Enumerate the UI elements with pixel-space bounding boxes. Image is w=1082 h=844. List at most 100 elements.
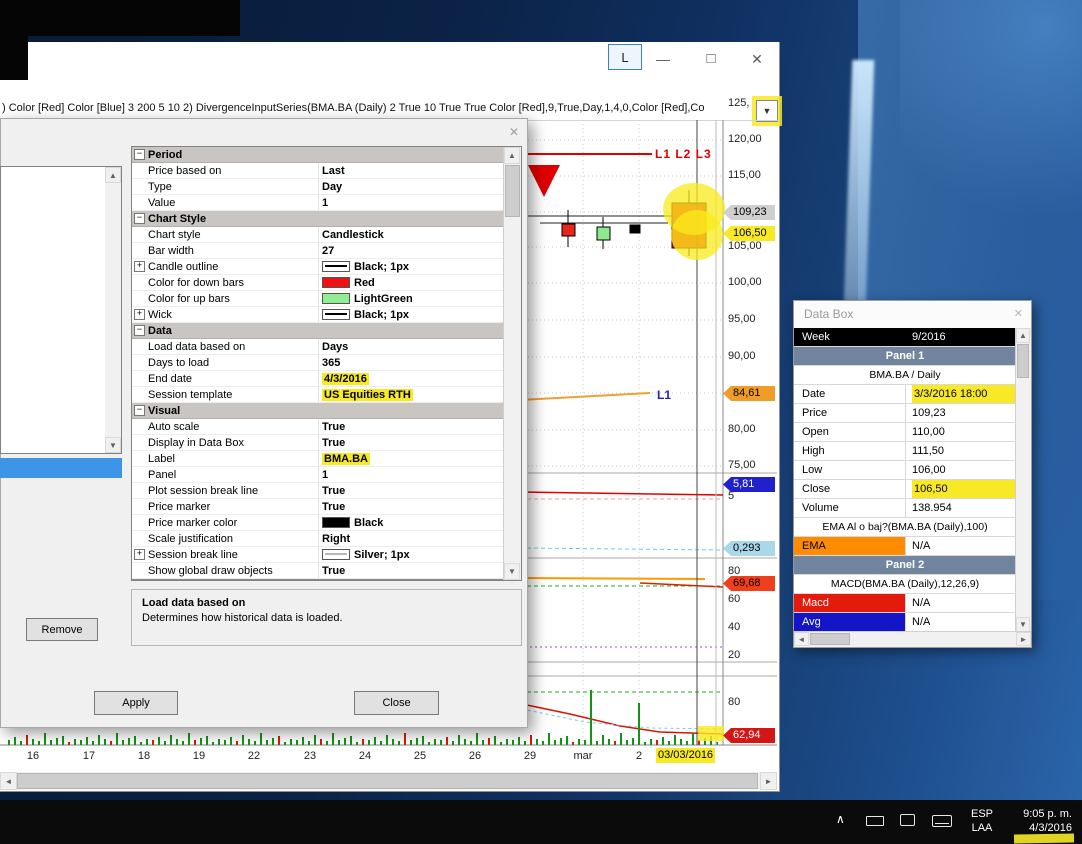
property-row[interactable]: Chart style Candlestick	[132, 227, 506, 243]
property-row[interactable]: Session template US Equities RTH	[132, 387, 506, 403]
property-name: Bar width	[148, 244, 194, 257]
property-row[interactable]: + Wick Black; 1px	[132, 307, 506, 323]
property-value: Black	[354, 516, 384, 529]
chart-hscrollbar[interactable]: ◄ ►	[0, 772, 777, 790]
collapse-icon[interactable]: −	[134, 405, 145, 416]
property-row[interactable]: Price marker True	[132, 499, 506, 515]
databox-row: Open 110,00	[794, 423, 1016, 442]
property-row[interactable]: Bar width 27	[132, 243, 506, 259]
property-row[interactable]: Show global draw objects True	[132, 563, 506, 579]
property-row[interactable]: + Session break line Silver; 1px	[132, 547, 506, 563]
expand-icon[interactable]: +	[134, 549, 145, 560]
property-row[interactable]: Type Day	[132, 179, 506, 195]
collapse-icon[interactable]: −	[134, 325, 145, 336]
grid-scrollbar[interactable]: ▲ ▼	[503, 147, 521, 580]
property-category-row[interactable]: − Data	[132, 323, 506, 339]
scroll-up-icon[interactable]: ▲	[1016, 328, 1030, 343]
keyboard-icon[interactable]	[932, 815, 952, 827]
databox-value: 9/2016	[906, 328, 1016, 346]
property-category-row[interactable]: − Period	[132, 147, 506, 163]
databox-hscrollbar[interactable]: ◄ ►	[794, 631, 1031, 647]
property-row[interactable]: Color for up bars LightGreen	[132, 291, 506, 307]
property-value: Black; 1px	[354, 308, 410, 321]
property-row[interactable]: Scale justification Right	[132, 531, 506, 547]
apply-button[interactable]: Apply	[94, 691, 178, 715]
scroll-down-icon[interactable]: ▼	[1016, 617, 1030, 632]
scroll-left-icon[interactable]: ◄	[0, 772, 17, 790]
databox-vscroll-thumb[interactable]	[1017, 344, 1029, 378]
property-row[interactable]: Price marker color Black	[132, 515, 506, 531]
panel3-indicator-lines	[519, 577, 724, 648]
language-indicator[interactable]: ESP LAA	[964, 807, 1000, 835]
tray-chevron-up-icon[interactable]: ∧	[836, 812, 845, 826]
databox-row: Panel 1	[794, 347, 1016, 366]
scroll-right-icon[interactable]: ►	[1016, 632, 1031, 646]
highlight-smear-date	[1013, 833, 1075, 844]
scroll-down-icon[interactable]: ▼	[105, 437, 121, 453]
property-value: 4/3/2016	[322, 372, 369, 385]
property-row[interactable]: Value 1	[132, 195, 506, 211]
property-value-cell: Day	[318, 179, 506, 194]
screen: L — □ ✕ ) Color [Red] Color [Blue] 3 200…	[0, 0, 1082, 844]
series-listbox[interactable]: ▲ ▼	[0, 166, 122, 454]
databox-value: 106,00	[906, 461, 1016, 479]
property-name: Price marker color	[148, 516, 238, 529]
hscroll-thumb[interactable]	[17, 773, 758, 789]
property-value: Silver; 1px	[354, 548, 410, 561]
dialog-close-button[interactable]: Close	[354, 691, 439, 715]
property-value-cell: US Equities RTH	[318, 387, 506, 402]
databox-hscroll-thumb[interactable]	[810, 633, 850, 645]
notification-bubble-icon[interactable]	[900, 814, 915, 826]
property-row[interactable]: Color for down bars Red	[132, 275, 506, 291]
grid-scroll-thumb[interactable]	[505, 165, 520, 217]
scroll-right-icon[interactable]: ►	[760, 772, 777, 790]
selected-series-item[interactable]	[0, 458, 122, 478]
scroll-down-icon[interactable]: ▼	[504, 563, 520, 580]
property-row[interactable]: Price based on Last	[132, 163, 506, 179]
property-category-row[interactable]: − Chart Style	[132, 211, 506, 227]
property-category-row[interactable]: − Visual	[132, 403, 506, 419]
databox-label: Open	[794, 423, 906, 441]
property-row[interactable]: Days to load 365	[132, 355, 506, 371]
category-label: Data	[148, 324, 172, 337]
collapse-icon[interactable]: −	[134, 213, 145, 224]
property-value-cell: LightGreen	[318, 291, 506, 306]
property-row[interactable]: Auto scale True	[132, 419, 506, 435]
listbox-scrollbar[interactable]: ▲ ▼	[105, 167, 121, 453]
databox-row: High 111,50	[794, 442, 1016, 461]
dialog-close-icon[interactable]: ✕	[509, 125, 519, 139]
scroll-up-icon[interactable]: ▲	[105, 167, 121, 183]
property-value: Black; 1px	[354, 260, 410, 273]
databox-label: Low	[794, 461, 906, 479]
time-axis-label: 18	[137, 750, 151, 762]
property-row[interactable]: Label BMA.BA	[132, 451, 506, 467]
scroll-left-icon[interactable]: ◄	[794, 632, 809, 646]
databox-value-text: 138.954	[912, 502, 952, 514]
property-row[interactable]: Load data based on Days	[132, 339, 506, 355]
property-help-panel: Load data based on Determines how histor…	[131, 589, 522, 646]
scroll-up-icon[interactable]: ▲	[504, 147, 520, 164]
databox-row: BMA.BA / Daily	[794, 366, 1016, 385]
property-row[interactable]: Plot session break line True	[132, 483, 506, 499]
databox-row: EMA Al o baj?(BMA.BA (Daily),100)	[794, 518, 1016, 537]
property-row[interactable]: End date 4/3/2016	[132, 371, 506, 387]
property-row[interactable]: + Candle outline Black; 1px	[132, 259, 506, 275]
property-value-cell: True	[318, 483, 506, 498]
property-value-cell: Days	[318, 339, 506, 354]
l1-level-line	[519, 392, 651, 401]
red-flag-drawing[interactable]	[528, 165, 560, 197]
color-swatch	[322, 261, 350, 272]
databox-titlebar[interactable]: Data Box ✕	[794, 301, 1031, 329]
property-value-cell: 365	[318, 355, 506, 370]
remove-button[interactable]: Remove	[26, 618, 98, 641]
expand-icon[interactable]: +	[134, 309, 145, 320]
expand-icon[interactable]: +	[134, 261, 145, 272]
battery-icon[interactable]	[866, 816, 884, 826]
databox-close-icon[interactable]: ✕	[1014, 307, 1023, 320]
databox-vscrollbar[interactable]: ▲ ▼	[1015, 328, 1031, 632]
databox-value-text: 109,23	[912, 407, 946, 419]
collapse-icon[interactable]: −	[134, 149, 145, 160]
property-row[interactable]: Panel 1	[132, 467, 506, 483]
clock[interactable]: 9:05 p. m. 4/3/2016	[1023, 807, 1072, 835]
property-row[interactable]: Display in Data Box True	[132, 435, 506, 451]
